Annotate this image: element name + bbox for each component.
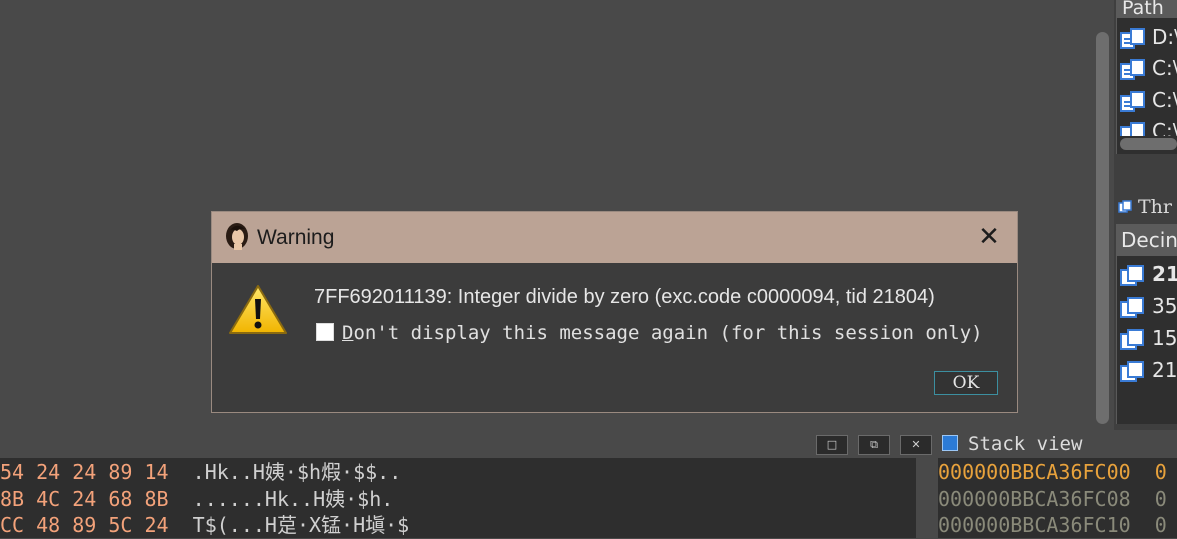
module-row[interactable]: C:\	[1120, 53, 1177, 83]
thread-row[interactable]: 21	[1120, 354, 1177, 386]
checkbox-label-text: on't display this message again (for thi…	[353, 322, 983, 344]
module-path: D:\	[1152, 25, 1177, 49]
stack-address: 000000BBCA36FC10	[938, 513, 1131, 537]
hex-ascii: T$(...H莡·X锰·H塡·$	[192, 513, 410, 537]
hex-bytes: 54 24 24 89 14	[0, 460, 193, 484]
thread-id: 21	[1152, 358, 1177, 382]
dialog-message: 7FF692011139: Integer divide by zero (ex…	[314, 286, 935, 308]
module-row[interactable]: C:\	[1120, 85, 1177, 115]
hex-bytes: CC 48 89 5C 24	[0, 513, 193, 537]
stack-address: 000000BBCA36FC08	[938, 487, 1131, 511]
hex-row[interactable]: CC 48 89 5C 24 T$(...H莡·X锰·H塡·$	[0, 512, 409, 539]
thread-icon	[1120, 296, 1144, 318]
thread-id: 15	[1152, 326, 1177, 350]
hex-bytes: 8B 4C 24 68 8B	[0, 487, 193, 511]
thread-icon	[1120, 264, 1144, 286]
thread-icon	[1120, 328, 1144, 350]
thread-row[interactable]: 15	[1120, 322, 1177, 354]
module-path: C:\	[1152, 119, 1177, 136]
module-icon	[1120, 90, 1145, 112]
dont-show-again-checkbox[interactable]	[316, 323, 334, 341]
threads-title-text: Thr	[1138, 196, 1172, 218]
vertical-scrollbar-thumb[interactable]	[1096, 32, 1109, 424]
dialog-title: Warning	[257, 226, 335, 249]
module-icon	[1120, 58, 1145, 80]
stack-value: 0	[1130, 487, 1167, 511]
warning-icon	[229, 285, 287, 334]
dont-show-again-label[interactable]: Don't display this message again (for th…	[342, 320, 983, 346]
thread-id: 35	[1152, 294, 1177, 318]
thread-row[interactable]: 21	[1120, 258, 1177, 290]
dialog-close-button[interactable]: ✕	[975, 223, 1003, 251]
stack-row[interactable]: 000000BBCA36FC00 0	[938, 459, 1167, 486]
app-logo-icon	[226, 223, 248, 250]
module-icon	[1120, 121, 1145, 136]
stack-row[interactable]: 000000BBCA36FC10 0	[938, 512, 1167, 539]
panel-close-button[interactable]: ✕	[900, 435, 932, 455]
stack-address: 000000BBCA36FC00	[938, 460, 1131, 484]
stack-view-title[interactable]: Stack view	[968, 432, 1082, 456]
thread-row[interactable]: 35	[1120, 290, 1177, 322]
ok-button[interactable]: OK	[934, 371, 998, 395]
module-path: C:\	[1152, 88, 1177, 112]
panel-restore-button[interactable]: □	[816, 435, 848, 455]
module-path: C:\	[1152, 56, 1177, 80]
threads-icon	[1118, 200, 1132, 213]
panel-divider[interactable]	[916, 458, 938, 538]
module-row[interactable]: C:\	[1120, 116, 1177, 136]
hex-row[interactable]: 8B 4C 24 68 8B ......Hk..H姨·$h.	[0, 486, 393, 513]
stack-row[interactable]: 000000BBCA36FC08 0	[938, 486, 1167, 513]
threads-column-header[interactable]: Decin	[1116, 224, 1177, 256]
stack-view-icon	[942, 435, 958, 451]
modules-horizontal-scrollbar[interactable]	[1120, 138, 1177, 150]
module-icon	[1120, 27, 1145, 49]
module-row[interactable]: D:\	[1120, 22, 1177, 52]
stack-value: 0	[1130, 460, 1167, 484]
panel-float-button[interactable]: ⧉	[858, 435, 890, 455]
thread-icon	[1120, 360, 1144, 382]
threads-panel-title: Thr	[1118, 196, 1177, 218]
modules-column-header[interactable]: Path	[1116, 0, 1177, 18]
hex-ascii: .Hk..H姨·$h煆·$$..	[192, 460, 402, 484]
mnemonic-letter: D	[342, 322, 354, 344]
hex-row[interactable]: 54 24 24 89 14 .Hk..H姨·$h煆·$$..	[0, 459, 401, 486]
stack-value: 0	[1130, 513, 1167, 537]
hex-ascii: ......Hk..H姨·$h.	[192, 487, 394, 511]
thread-id: 21	[1152, 262, 1177, 286]
